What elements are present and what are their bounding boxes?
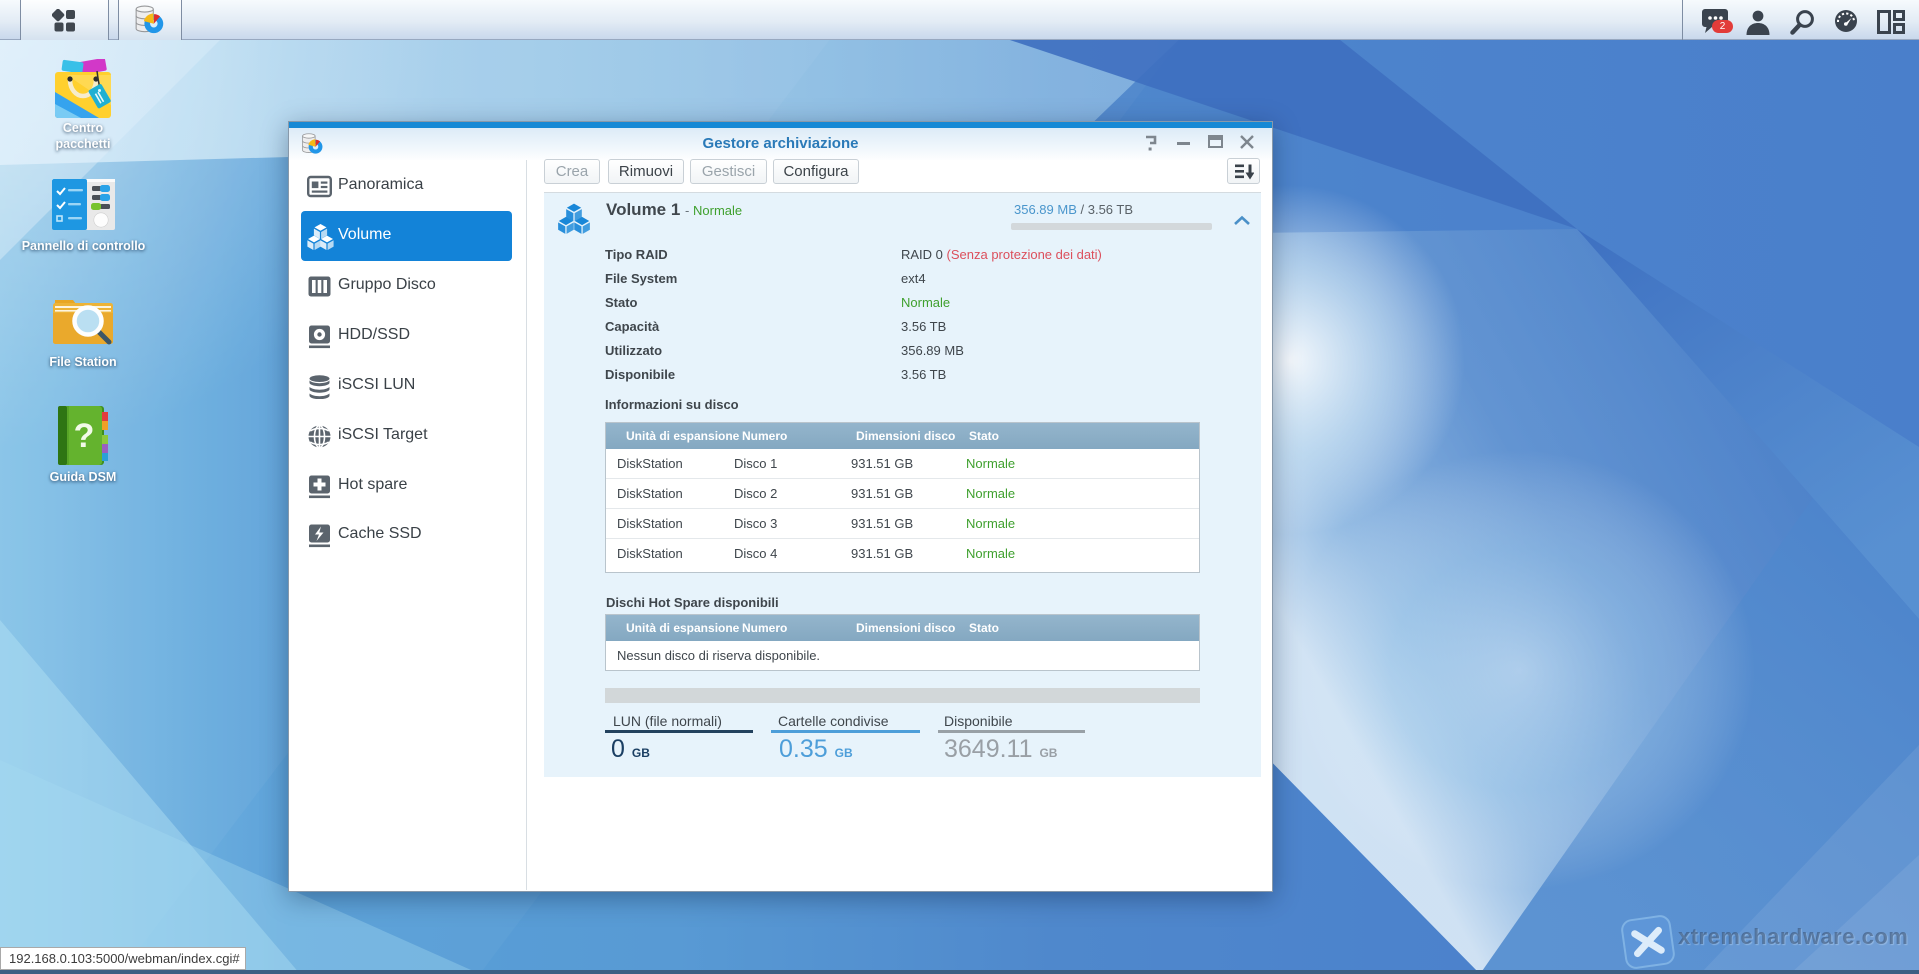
svg-text:?: ? bbox=[74, 417, 95, 455]
